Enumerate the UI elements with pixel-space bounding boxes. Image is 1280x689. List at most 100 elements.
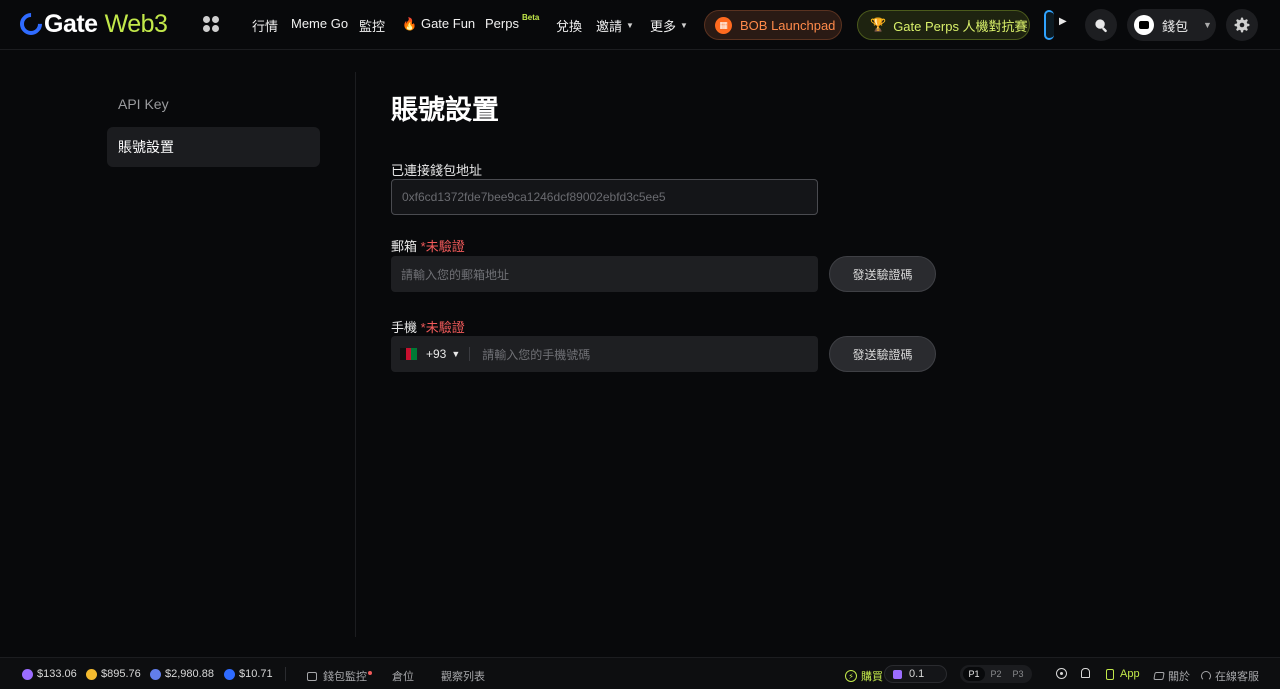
bnb-price-value: $895.76 xyxy=(101,668,141,680)
logo-web3-text: Web3 xyxy=(104,9,168,38)
nav-gate-fun[interactable]: 🔥 Gate Fun xyxy=(402,16,475,31)
nav-more-label: 更多 xyxy=(650,19,677,34)
preset-p3[interactable]: P3 xyxy=(1007,667,1029,681)
sidebar-item-label: API Key xyxy=(118,96,169,112)
gate-web3-logo[interactable]: Gate Web3 xyxy=(15,8,168,40)
email-label-text: 郵箱 xyxy=(391,239,418,254)
email-field[interactable]: 請輸入您的郵箱地址 xyxy=(391,256,818,292)
wallet-address-label: 已連接錢包地址 xyxy=(391,163,483,178)
nav-swap-label: 兌換 xyxy=(556,19,583,34)
divider xyxy=(469,347,471,361)
headset-icon xyxy=(1201,671,1211,681)
nav-perps[interactable]: Perps Beta xyxy=(485,13,539,31)
phone-input[interactable]: 請輸入您的手機號碼 xyxy=(482,346,590,363)
support-label: 在線客服 xyxy=(1215,671,1259,683)
sol-coin-icon xyxy=(22,668,33,680)
gate-logo-icon xyxy=(15,8,47,40)
apps-grid-icon[interactable] xyxy=(203,16,219,32)
watchlist-label: 觀察列表 xyxy=(441,671,485,683)
email-send-code-button[interactable]: 發送驗證碼 xyxy=(829,256,936,292)
nav-more[interactable]: 更多 ▼ xyxy=(650,16,688,35)
search-icon xyxy=(1094,18,1107,32)
notification-dot xyxy=(368,671,372,675)
wallet-monitor-link[interactable]: 錢包監控 xyxy=(307,668,372,684)
bob-logo-icon: ▦ xyxy=(715,16,732,34)
wallet-monitor-icon xyxy=(307,671,317,681)
about-label: 關於 xyxy=(1168,671,1190,683)
sidebar-item-api-key[interactable]: API Key xyxy=(107,84,320,124)
nav-market-label: 行情 xyxy=(252,19,279,34)
app-download-link[interactable]: App xyxy=(1106,668,1140,680)
quick-buy-label: 購買 xyxy=(861,671,883,683)
bell-icon[interactable] xyxy=(1081,668,1090,678)
wallet-monitor-label: 錢包監控 xyxy=(323,671,367,683)
logo-gate-text: Gate xyxy=(44,9,98,38)
chevron-down-icon: ▼ xyxy=(451,349,461,359)
chevron-down-icon: ▼ xyxy=(1203,20,1212,30)
bob-launchpad-label: BOB Launchpad xyxy=(740,17,836,33)
wallet-address-field[interactable]: 0xf6cd1372fde7bee9ca1246dcf89002ebfd3c5e… xyxy=(391,179,818,215)
nav-monitor[interactable]: 監控 xyxy=(359,16,385,35)
perps-contest-button[interactable]: 🏆 Gate Perps 人機對抗賽 xyxy=(857,10,1030,40)
sol-price[interactable]: $133.06 xyxy=(22,668,77,680)
buy-amount: 0.1 xyxy=(893,668,924,680)
divider xyxy=(285,667,286,681)
app-label: App xyxy=(1120,668,1140,680)
bob-launchpad-button[interactable]: ▦ BOB Launchpad xyxy=(704,10,842,40)
chevron-down-icon: ▼ xyxy=(680,21,688,30)
eth-price-value: $2,980.88 xyxy=(165,668,214,680)
phone-icon xyxy=(1106,668,1114,680)
nav-invite[interactable]: 邀請 ▼ xyxy=(596,16,634,35)
gt-price-value: $10.71 xyxy=(239,668,273,680)
support-link[interactable]: 在線客服 xyxy=(1201,668,1259,684)
eth-price[interactable]: $2,980.88 xyxy=(150,668,214,680)
page-title: 賬號設置 xyxy=(391,95,499,125)
nav-gate-fun-label: Gate Fun xyxy=(420,16,476,31)
watchlist-link[interactable]: 觀察列表 xyxy=(441,668,485,684)
preset-selector[interactable]: P1 P2 P3 xyxy=(960,665,1032,683)
positions-link[interactable]: 倉位 xyxy=(392,668,414,684)
gear-icon xyxy=(1234,17,1250,33)
perps-contest-label: Gate Perps 人機對抗賽 xyxy=(893,18,1028,34)
beta-badge: Beta xyxy=(522,13,540,22)
promo-pill-partial[interactable] xyxy=(1044,10,1054,40)
wallet-button[interactable]: 錢包 ▼ xyxy=(1127,9,1216,41)
phone-field[interactable]: +93 ▼ 請輸入您的手機號碼 xyxy=(391,336,818,372)
sol-coin-icon xyxy=(893,669,902,679)
wallet-label: 錢包 xyxy=(1162,18,1189,34)
nav-market[interactable]: 行情 xyxy=(252,16,278,35)
positions-label: 倉位 xyxy=(392,671,414,683)
gt-price[interactable]: $10.71 xyxy=(224,668,273,680)
gt-coin-icon xyxy=(224,668,235,680)
nav-swap[interactable]: 兌換 xyxy=(556,16,582,35)
carousel-next-icon[interactable]: ▶ xyxy=(1059,16,1067,27)
buy-amount-value: 0.1 xyxy=(909,668,925,680)
lightning-icon: ⚡ xyxy=(845,670,857,682)
about-link[interactable]: 關於 xyxy=(1153,668,1190,684)
eth-coin-icon xyxy=(150,668,161,680)
phone-send-code-button[interactable]: 發送驗證碼 xyxy=(829,336,936,372)
wallet-icon xyxy=(1134,15,1154,35)
nav-perps-label: Perps xyxy=(485,16,519,31)
quick-buy-button[interactable]: ⚡ 購買 xyxy=(845,668,883,684)
sidebar-item-label: 賬號設置 xyxy=(118,139,174,155)
target-icon[interactable] xyxy=(1056,668,1067,679)
country-code-selector[interactable]: +93 xyxy=(426,347,446,361)
nav-monitor-label: 監控 xyxy=(359,19,386,34)
email-unverified-status: *未驗證 xyxy=(420,239,465,254)
preset-p1[interactable]: P1 xyxy=(963,667,985,681)
trophy-icon: 🏆 xyxy=(870,17,887,32)
search-button[interactable] xyxy=(1085,9,1117,41)
nav-invite-label: 邀請 xyxy=(596,19,623,34)
nav-meme-go-label: Meme Go xyxy=(291,16,349,31)
bnb-price[interactable]: $895.76 xyxy=(86,668,141,680)
phone-label-text: 手機 xyxy=(391,320,418,335)
settings-button[interactable] xyxy=(1226,9,1258,41)
email-label: 郵箱 *未驗證 xyxy=(391,236,465,255)
nav-meme-go[interactable]: Meme Go xyxy=(291,16,348,31)
sidebar-divider xyxy=(355,72,356,637)
phone-unverified-status: *未驗證 xyxy=(420,320,465,335)
sol-price-value: $133.06 xyxy=(37,668,77,680)
preset-p2[interactable]: P2 xyxy=(985,667,1007,681)
sidebar-item-account-settings[interactable]: 賬號設置 xyxy=(107,127,320,167)
